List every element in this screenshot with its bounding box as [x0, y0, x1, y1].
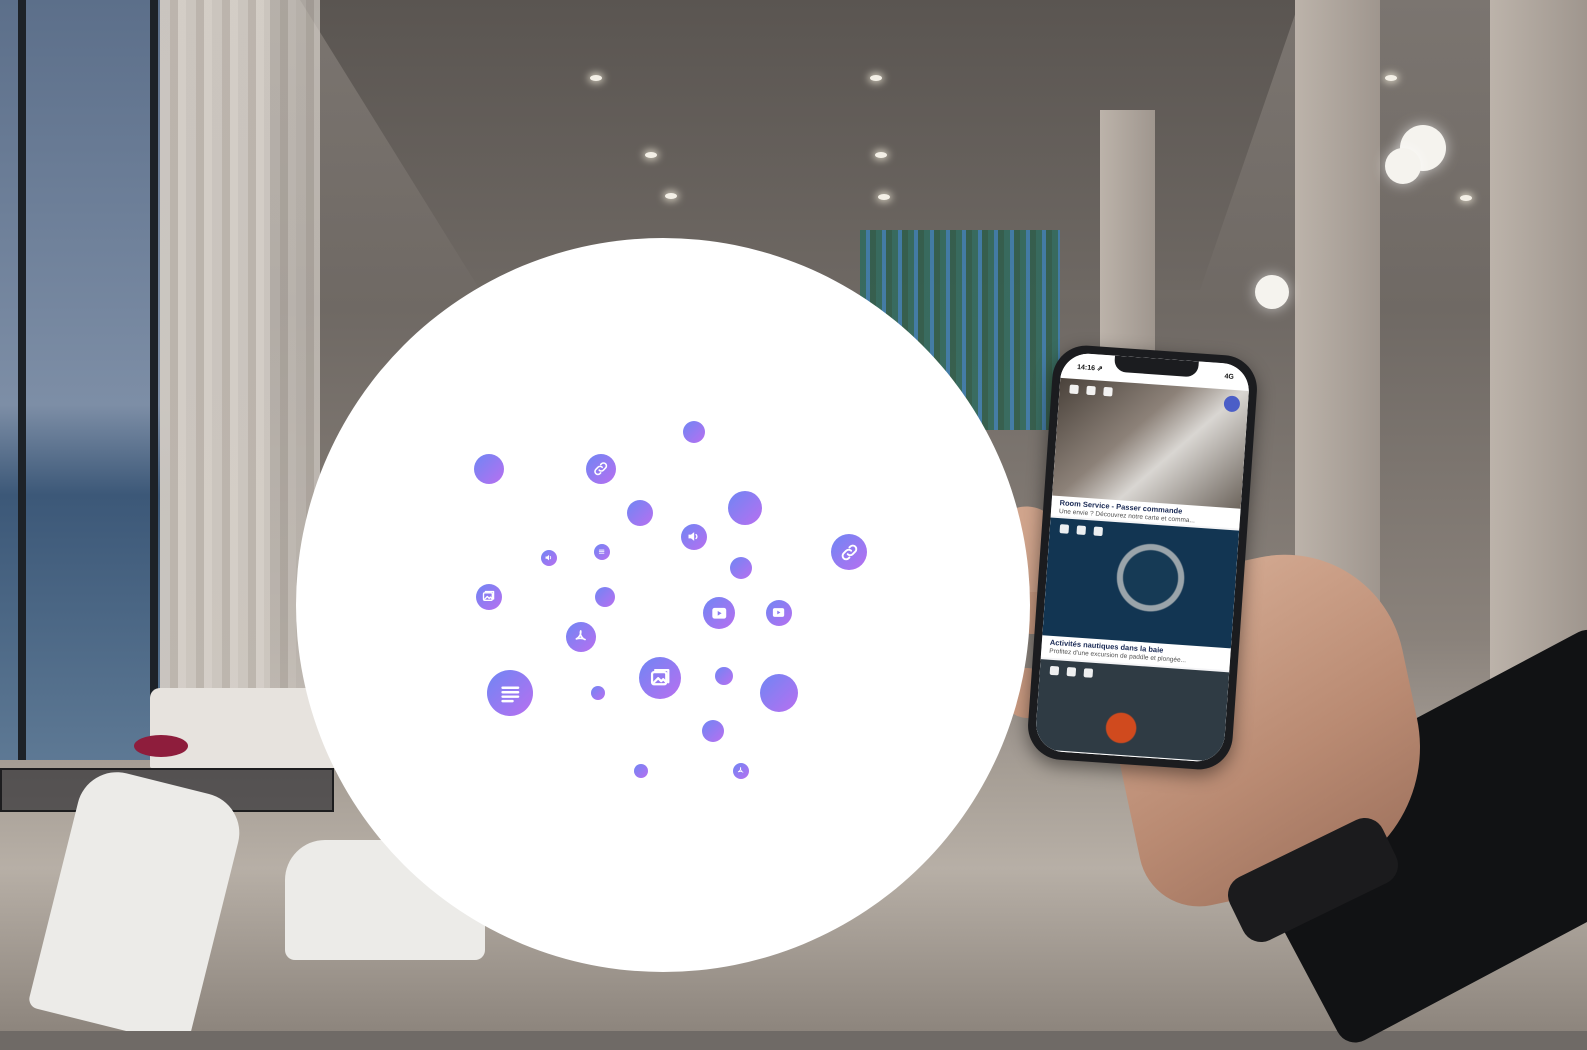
text-icon [487, 670, 533, 716]
card-image [1052, 377, 1249, 509]
ceiling-light [665, 193, 677, 199]
content-bubble[interactable] [760, 674, 798, 712]
volume-icon [681, 524, 707, 550]
content-bubble[interactable] [728, 491, 762, 525]
phone-screen: 14:16 ⇗ 4G Room Service - Passer command… [1034, 351, 1251, 764]
image-icon [476, 584, 502, 610]
share-icon[interactable] [1093, 526, 1104, 537]
link-bubble[interactable] [586, 454, 616, 484]
image-icon [639, 657, 681, 699]
list-icon [594, 544, 610, 560]
volume-icon [541, 550, 557, 566]
pendant-lamp [1255, 275, 1289, 309]
content-bubble[interactable] [683, 421, 705, 443]
content-bubble[interactable] [730, 557, 752, 579]
ceiling-light [645, 152, 657, 158]
video-bubble[interactable] [703, 597, 735, 629]
ceiling-light [870, 75, 882, 81]
bookmark-icon[interactable] [1066, 667, 1077, 677]
pdf-bubble[interactable] [566, 622, 596, 652]
share-icon[interactable] [1103, 386, 1113, 397]
ceiling-light [1385, 75, 1397, 81]
content-bubble[interactable] [474, 454, 504, 484]
video-bubble[interactable] [766, 600, 792, 626]
ceiling-light [878, 194, 890, 200]
curtain [160, 0, 270, 720]
content-bubble[interactable] [715, 667, 733, 685]
content-bubble[interactable] [595, 587, 615, 607]
share-icon[interactable] [1083, 668, 1094, 678]
link-icon [586, 454, 616, 484]
content-card[interactable] [1034, 659, 1230, 764]
info-icon[interactable] [1059, 524, 1070, 534]
ceiling-light [590, 75, 602, 81]
pdf-icon [733, 763, 749, 779]
text-bubble[interactable] [487, 670, 533, 716]
smartphone: 14:16 ⇗ 4G Room Service - Passer command… [1025, 343, 1260, 772]
ceiling-light [1460, 195, 1472, 201]
volume-bubble[interactable] [681, 524, 707, 550]
status-time: 14:16 ⇗ [1076, 363, 1103, 373]
list-bubble[interactable] [594, 544, 610, 560]
content-bubble[interactable] [634, 764, 648, 778]
bookmark-icon[interactable] [1076, 525, 1087, 535]
pdf-icon [566, 622, 596, 652]
status-network: 4G [1224, 373, 1235, 381]
pdf-bubble[interactable] [733, 763, 749, 779]
video-icon [703, 597, 735, 629]
volume-bubble[interactable] [541, 550, 557, 566]
image-bubble[interactable] [639, 657, 681, 699]
bookmark-icon[interactable] [1086, 385, 1096, 396]
content-card[interactable]: Room Service - Passer commande Une envie… [1050, 377, 1249, 529]
content-card[interactable]: Activités nautiques dans la baie Profite… [1040, 517, 1240, 671]
ceiling-light [875, 152, 887, 158]
info-icon[interactable] [1049, 665, 1060, 676]
window-frame [18, 0, 26, 880]
link-icon [831, 534, 867, 570]
content-bubble[interactable] [702, 720, 724, 742]
content-bubble[interactable] [591, 686, 605, 700]
flower-vase [134, 735, 188, 757]
info-icon[interactable] [1069, 384, 1079, 395]
card-image [1042, 517, 1240, 649]
link-bubble[interactable] [831, 534, 867, 570]
content-bubble-circle [296, 238, 1030, 972]
video-icon [766, 600, 792, 626]
pendant-lamp [1385, 148, 1421, 184]
content-bubble[interactable] [627, 500, 653, 526]
image-bubble[interactable] [476, 584, 502, 610]
